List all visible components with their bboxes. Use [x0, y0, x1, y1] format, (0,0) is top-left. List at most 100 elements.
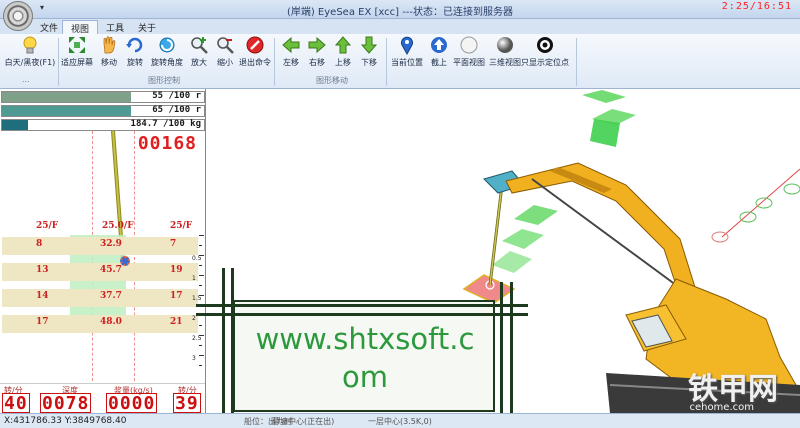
- ruler-tick: [199, 285, 202, 286]
- row-value-mid: 45.7: [100, 265, 122, 275]
- ruler-tick: [199, 345, 202, 346]
- row-value-left: 13: [36, 265, 49, 275]
- arrow-right-icon: [308, 36, 326, 54]
- row-value-left: 17: [36, 317, 49, 327]
- guide-line-right: [134, 131, 135, 381]
- watermark-line-1: www.shtxsoft.c: [255, 322, 475, 356]
- ribbon-divider: [576, 38, 577, 86]
- day-night-label: 白天/黑夜(F1): [4, 58, 56, 67]
- ruler-tick: [199, 365, 202, 366]
- status-curtain-center: 幕墙中心(正在出): [272, 417, 335, 426]
- zoom-in-icon: [191, 37, 208, 54]
- arrow-up-circle-icon: [431, 37, 447, 53]
- row-value-left: 14: [36, 291, 49, 301]
- ruler-tick: [199, 355, 204, 356]
- gauge-value: 55 /100 r: [152, 91, 201, 101]
- ruler-tick: [199, 265, 202, 266]
- gauge-fill: [2, 106, 132, 116]
- sphere-icon: [497, 37, 513, 53]
- ruler-label: 2.5: [192, 335, 202, 342]
- row-value-right: 21: [170, 317, 183, 327]
- 3d-view-button[interactable]: 三维视图: [489, 35, 521, 68]
- row-value-mid: 37.7: [100, 291, 122, 301]
- ruler-label: 1: [192, 275, 196, 282]
- stat-value-rpm-left: 40: [2, 393, 30, 413]
- locate-line: [721, 168, 800, 238]
- column-header-mid: 25.0/F: [102, 221, 134, 231]
- ribbon-tab-strip: 文件 视图 工具 关于: [0, 19, 800, 35]
- brand-url: cehome.com: [689, 402, 754, 413]
- locate-point-marker-icon: [755, 197, 773, 209]
- clock-readout: 2:25/16:51: [721, 1, 792, 12]
- stat-value-depth: 0078: [40, 393, 92, 413]
- grid-cell: [492, 251, 532, 273]
- ruler-tick: [199, 325, 202, 326]
- gauge-bar: 65 /100 r: [1, 105, 205, 117]
- depth-readout: 00168: [137, 133, 197, 154]
- grid-cell: [590, 119, 620, 147]
- frame-line: [222, 268, 225, 428]
- coordinate-readout: X:431786.33 Y:3849768.40: [4, 416, 127, 426]
- tab-view[interactable]: 视图: [62, 20, 99, 35]
- row-value-mid: 32.9: [100, 239, 122, 249]
- only-locate-points-button[interactable]: 只显示定位点: [521, 35, 569, 68]
- data-panel: 55 /100 r 65 /100 r 184.7 /100 kg 00168 25…: [0, 89, 206, 413]
- lightbulb-icon: [23, 36, 37, 54]
- window-title: (岸端) EyeSea EX [xcc] ---状态：已连接到服务器: [286, 7, 514, 18]
- status-bar: X:431786.33 Y:3849768.40 船位：出力时 幕墙中心(正在出…: [0, 413, 800, 428]
- tab-about[interactable]: 关于: [130, 20, 164, 34]
- app-window: ▾ (岸端) EyeSea EX [xcc] ---状态：已连接到服务器 2:2…: [0, 0, 800, 428]
- gauge-fill: [2, 92, 132, 102]
- group-label-day-night: ...: [22, 75, 30, 84]
- ruler-label: 1.5: [192, 295, 202, 302]
- app-menu-orb-icon[interactable]: [3, 1, 33, 31]
- tab-tools[interactable]: 工具: [98, 20, 132, 34]
- target-icon: [537, 37, 553, 53]
- rotate-icon: [126, 37, 143, 53]
- drill-head-marker-icon: [120, 256, 130, 266]
- stat-value-slurry: 0000: [106, 393, 158, 413]
- ruler-label: 0.5: [192, 255, 202, 262]
- gauge-bar: 55 /100 r: [1, 91, 205, 103]
- row-value-mid: 48.0: [100, 317, 122, 327]
- gauge-value: 184.7 /100 kg: [130, 119, 201, 129]
- arrow-down-icon: [360, 36, 378, 54]
- day-night-button[interactable]: 白天/黑夜(F1): [5, 35, 55, 68]
- ruler-label: 3: [192, 355, 196, 362]
- grid-cell: [502, 229, 544, 249]
- arrow-left-icon: [282, 36, 300, 54]
- row-value-right: 7: [170, 239, 177, 249]
- gauge-value: 65 /100 r: [152, 105, 201, 115]
- stop-icon: [246, 36, 264, 54]
- map-pin-icon: [401, 36, 413, 55]
- ruler-tick: [199, 275, 204, 276]
- ruler-label: 2: [192, 315, 196, 322]
- stat-value-rpm-right: 39: [173, 393, 201, 413]
- stats-bar: 转/分 40 深度 0078 浆量(kg/s) 0000 转/分 39: [0, 383, 205, 413]
- ribbon: 白天/黑夜(F1) ... 适应屏幕 移动 旋转 旋转角度 放大 缩小 退出命令…: [0, 34, 800, 89]
- fit-screen-icon: [69, 37, 85, 53]
- hand-icon: [103, 36, 116, 54]
- frame-line: [196, 313, 528, 316]
- row-value-left: 8: [36, 239, 43, 249]
- column-header-right: 25/F: [170, 221, 193, 231]
- watermark-line-2: om: [342, 360, 388, 394]
- grid-cell: [514, 205, 558, 225]
- ruler-tick: [199, 235, 204, 236]
- row-value-right: 17: [170, 291, 183, 301]
- plan-view-icon: [460, 36, 478, 54]
- arrow-up-icon: [334, 36, 352, 54]
- status-layer-center: 一层中心(3.5K,0): [368, 417, 432, 426]
- ruler-tick: [199, 245, 202, 246]
- rotate-angle-icon: [159, 37, 175, 53]
- locate-point-marker-icon: [783, 183, 800, 195]
- tab-file[interactable]: 文件: [32, 20, 66, 34]
- group-label-view: 图形控制: [148, 76, 180, 85]
- move-down-button[interactable]: 下移: [354, 35, 384, 68]
- locate-point-marker-icon: [711, 231, 729, 243]
- title-bar: ▾ (岸端) EyeSea EX [xcc] ---状态：已连接到服务器 2:2…: [0, 0, 800, 31]
- zoom-out-icon: [217, 37, 234, 54]
- column-header-left: 25/F: [36, 221, 59, 231]
- group-label-move: 图形移动: [316, 76, 348, 85]
- row-value-right: 19: [170, 265, 183, 275]
